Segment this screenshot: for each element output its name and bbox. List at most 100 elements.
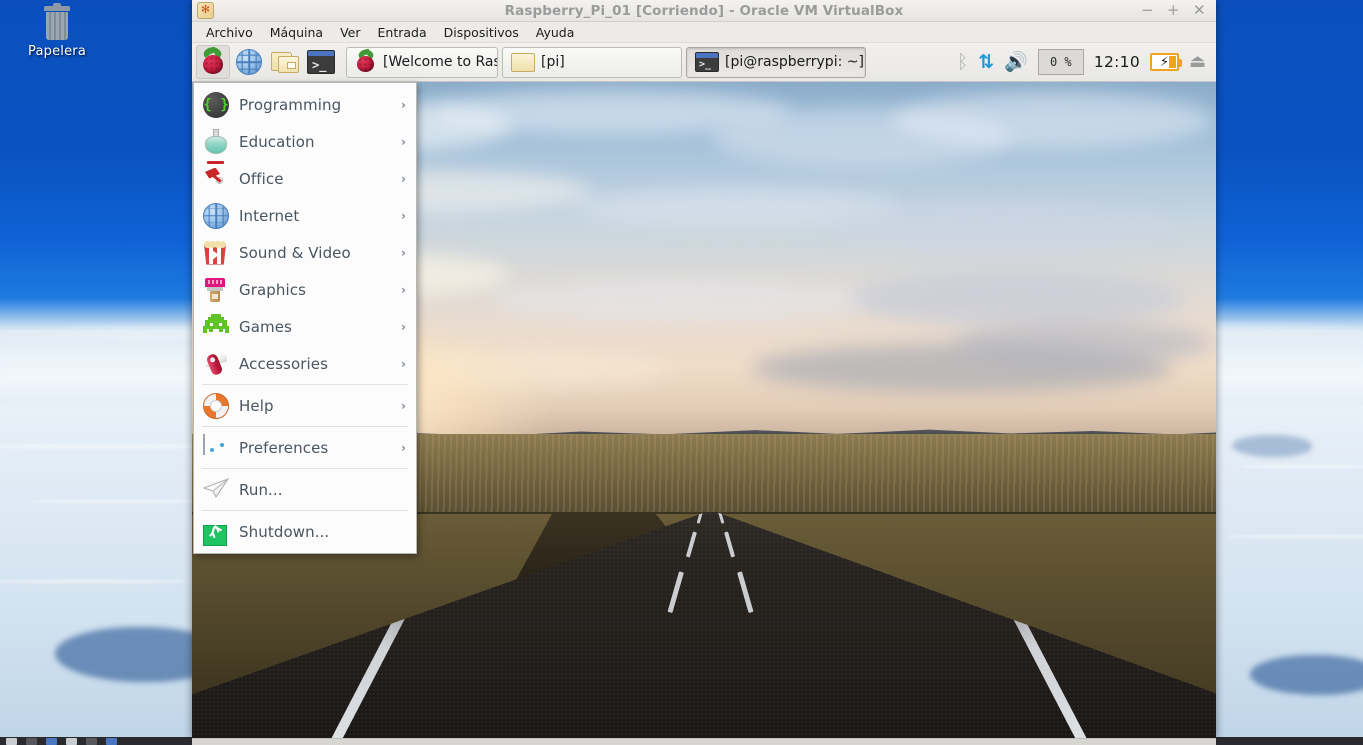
battery-charging-icon[interactable]: ⚡ — [1149, 53, 1182, 71]
menu-item-run[interactable]: Run... — [194, 471, 416, 508]
menu-item-label: Internet — [239, 206, 300, 225]
taskbar-window-label: [Welcome to Rasp... — [383, 54, 497, 70]
cpu-meter[interactable]: 0 % — [1037, 49, 1084, 75]
menu-item-accessories[interactable]: Accessories › — [194, 345, 416, 382]
desktop-icon-papelera[interactable]: Papelera — [25, 3, 89, 59]
trash-icon — [42, 3, 72, 40]
raspberry-icon — [355, 49, 377, 73]
terminal-icon: >_ — [307, 50, 335, 74]
pi-menu-button[interactable] — [196, 45, 230, 79]
taskbar-window-welcome[interactable]: [Welcome to Rasp... — [346, 46, 498, 78]
shutdown-icon — [203, 519, 229, 546]
host-taskbar-icon[interactable] — [66, 737, 77, 745]
menu-item-programming[interactable]: { } Programming › — [194, 86, 416, 123]
sound-video-icon — [203, 240, 229, 266]
chevron-right-icon: › — [401, 398, 406, 413]
eject-icon[interactable]: ⏏ — [1189, 53, 1206, 71]
menu-item-label: Accessories — [239, 354, 329, 373]
education-icon — [203, 128, 229, 155]
window-controls: − + ✕ — [1141, 2, 1216, 18]
menu-item-label: Preferences — [239, 438, 329, 457]
menu-item-label: Graphics — [239, 280, 307, 299]
menubar-item-dispositivos[interactable]: Dispositivos — [436, 23, 527, 42]
terminal-icon: >_ — [695, 52, 719, 72]
menu-item-label: Shutdown... — [239, 522, 330, 541]
games-icon — [203, 313, 229, 340]
graphics-icon — [203, 277, 229, 303]
preferences-icon — [203, 433, 229, 461]
menu-item-shutdown[interactable]: Shutdown... — [194, 513, 416, 550]
chevron-right-icon: › — [401, 208, 406, 223]
pi-launcher-web-browser[interactable] — [232, 45, 266, 79]
menu-item-sound-video[interactable]: Sound & Video › — [194, 234, 416, 271]
taskbar-window-label: [pi@raspberrypi: ~] — [725, 54, 864, 70]
taskbar-window-pi-folder[interactable]: [pi] — [502, 46, 682, 78]
menubar-item-archivo[interactable]: Archivo — [198, 23, 261, 42]
clock[interactable]: 12:10 — [1094, 53, 1140, 71]
chevron-right-icon: › — [401, 134, 406, 149]
pi-launcher-group: >_ — [196, 45, 338, 79]
menu-separator — [202, 426, 408, 427]
bluetooth-icon[interactable]: ᛒ — [957, 52, 968, 72]
menubar-item-ayuda[interactable]: Ayuda — [528, 23, 583, 42]
help-icon — [203, 392, 229, 419]
menu-item-label: Help — [239, 396, 274, 415]
virtualbox-window: Raspberry_Pi_01 [Corriendo] - Oracle VM … — [192, 0, 1216, 738]
menu-item-office[interactable]: Office › — [194, 160, 416, 197]
menubar-item-entrada[interactable]: Entrada — [370, 23, 435, 42]
chevron-right-icon: › — [401, 97, 406, 112]
desktop-icon-label: Papelera — [28, 44, 86, 59]
chevron-right-icon: › — [401, 319, 406, 334]
maximize-button[interactable]: + — [1167, 2, 1180, 18]
pi-taskbar: >_ [Welcome to Rasp... — [192, 43, 1216, 82]
menu-item-graphics[interactable]: Graphics › — [194, 271, 416, 308]
pi-launcher-file-manager[interactable] — [268, 45, 302, 79]
host-taskbar-icon[interactable] — [86, 737, 97, 745]
chevron-right-icon: › — [401, 171, 406, 186]
window-title: Raspberry_Pi_01 [Corriendo] - Oracle VM … — [504, 2, 904, 19]
menu-item-label: Sound & Video — [239, 243, 351, 262]
menubar-item-maquina[interactable]: Máquina — [262, 23, 331, 42]
vm-viewport[interactable]: >_ [Welcome to Rasp... — [192, 43, 1216, 738]
menu-item-help[interactable]: Help › — [194, 387, 416, 424]
taskbar-window-label: [pi] — [541, 54, 565, 70]
menu-separator — [202, 510, 408, 511]
host-taskbar-icon[interactable] — [6, 737, 17, 745]
accessories-icon — [203, 351, 229, 377]
menubar: Archivo Máquina Ver Entrada Dispositivos… — [192, 22, 1216, 43]
folders-icon — [271, 50, 299, 74]
virtualbox-statusbar — [192, 738, 1216, 745]
chevron-right-icon: › — [401, 245, 406, 260]
pi-launcher-terminal[interactable]: >_ — [304, 45, 338, 79]
internet-icon — [203, 202, 229, 229]
host-taskbar-icon[interactable] — [46, 737, 57, 745]
minimize-button[interactable]: − — [1141, 2, 1154, 18]
programming-icon: { } — [203, 91, 229, 118]
volume-icon[interactable]: 🔊 — [1004, 52, 1028, 72]
taskbar-window-terminal[interactable]: >_ [pi@raspberrypi: ~] — [686, 46, 866, 78]
host-taskbar-icon[interactable] — [106, 737, 117, 745]
chevron-right-icon: › — [401, 282, 406, 297]
close-button[interactable]: ✕ — [1193, 2, 1206, 18]
menu-item-label: Office — [239, 169, 284, 188]
menu-item-label: Run... — [239, 480, 283, 499]
pi-window-list: [Welcome to Rasp... [pi] >_ — [346, 46, 866, 78]
globe-icon — [236, 49, 262, 75]
menu-separator — [202, 468, 408, 469]
raspberry-icon — [200, 47, 226, 75]
menu-item-label: Games — [239, 317, 292, 336]
menubar-item-ver[interactable]: Ver — [332, 23, 368, 42]
chevron-right-icon: › — [401, 356, 406, 371]
window-titlebar[interactable]: Raspberry_Pi_01 [Corriendo] - Oracle VM … — [192, 0, 1216, 22]
menu-item-education[interactable]: Education › — [194, 123, 416, 160]
menu-item-preferences[interactable]: Preferences › — [194, 429, 416, 466]
host-taskbar-icon[interactable] — [26, 737, 37, 745]
pi-application-menu: { } Programming › Education › Office › I… — [193, 82, 417, 554]
menu-separator — [202, 384, 408, 385]
network-updown-icon[interactable]: ⇅ — [978, 52, 994, 72]
menu-item-label: Programming — [239, 95, 342, 114]
menu-item-internet[interactable]: Internet › — [194, 197, 416, 234]
menu-item-label: Education — [239, 132, 315, 151]
menu-item-games[interactable]: Games › — [194, 308, 416, 345]
pi-system-tray: ᛒ ⇅ 🔊 0 % 12:10 ⚡ ⏏ — [957, 49, 1212, 75]
